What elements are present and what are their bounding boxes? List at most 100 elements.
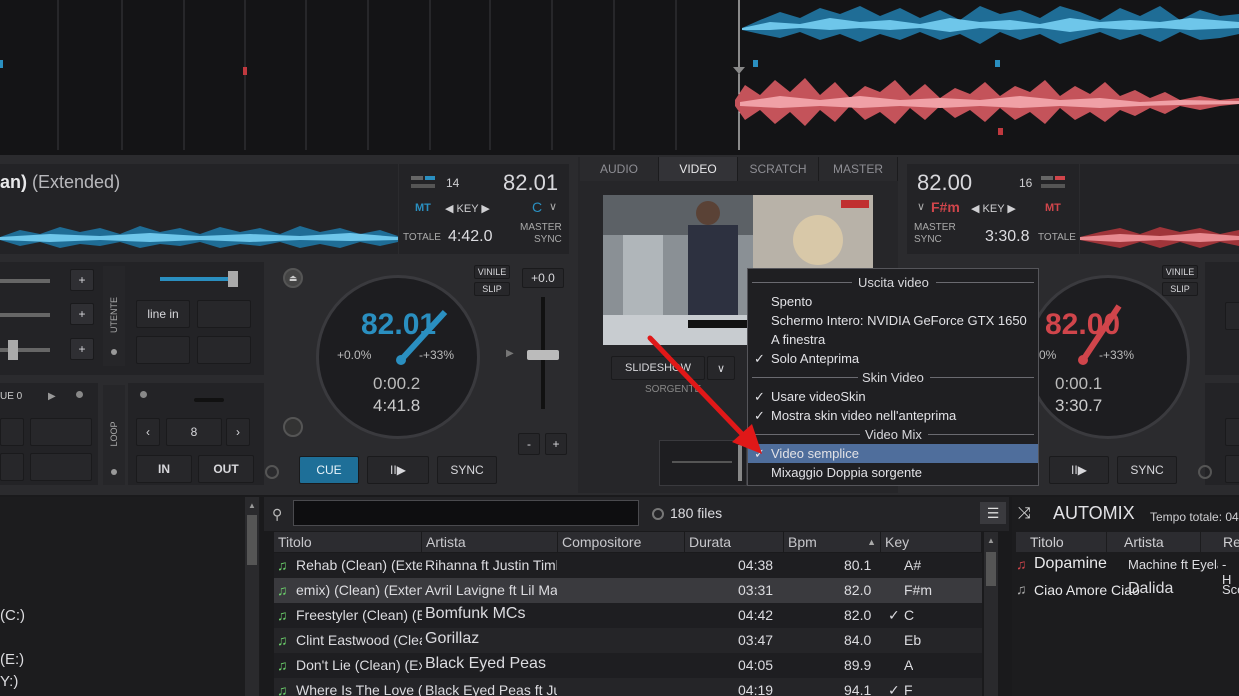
sidebar-item-c-drive[interactable]: (C:) [0, 607, 25, 624]
loop-in-button[interactable]: IN [136, 455, 192, 483]
table-row[interactable]: ♫ Don't Lie (Clean) (Ext... Black Eyed P… [274, 653, 982, 678]
column-header-key[interactable]: Key [881, 532, 982, 552]
hotcue-button-2[interactable] [30, 418, 92, 446]
sidebar-item-y-drive[interactable]: Y:) [0, 673, 18, 690]
slideshow-dropdown-icon[interactable]: ∨ [707, 356, 735, 380]
right-side-button-2[interactable] [1225, 418, 1239, 446]
left-cue-button[interactable]: CUE [299, 456, 359, 484]
column-header-bpm[interactable]: Bpm ▲ [784, 532, 881, 552]
right-vinile-button[interactable]: VINILE [1162, 265, 1198, 279]
left-deck-key-control[interactable]: ◀ KEY ▶ [445, 202, 490, 215]
right-play-pause-button[interactable]: II▶ [1049, 456, 1109, 484]
tab-scratch[interactable]: SCRATCH [738, 157, 819, 181]
menu-item-spento[interactable]: Spento [748, 292, 1038, 311]
effect-slot-button-3[interactable] [197, 336, 251, 364]
loop-indicator-icon[interactable] [140, 391, 147, 398]
left-slip-button[interactable]: SLIP [474, 282, 510, 296]
left-vinile-button[interactable]: VINILE [474, 265, 510, 279]
left-pitch-handle[interactable] [527, 350, 559, 360]
search-input[interactable] [293, 500, 639, 526]
utente-panel[interactable]: UTENTE [103, 266, 125, 366]
tab-audio[interactable]: AUDIO [580, 157, 659, 181]
loop-next-icon[interactable]: › [226, 418, 250, 446]
right-deck-mt-button[interactable]: MT [1045, 202, 1061, 214]
effect-slider-knob[interactable] [228, 271, 238, 287]
left-deck-mt-button[interactable]: MT [415, 202, 431, 214]
left-stop-icon[interactable] [283, 417, 303, 437]
left-eq-knob[interactable] [8, 340, 18, 360]
left-pitch-plus-button[interactable]: + [545, 433, 567, 455]
table-row[interactable]: ♫ emix) (Clean) (Extended) Avril Lavigne… [274, 578, 982, 603]
automix-column-extra[interactable]: Re [1201, 532, 1239, 552]
column-header-title[interactable]: Titolo [274, 532, 422, 552]
filter-indicator-icon[interactable] [652, 508, 664, 520]
left-deck-mini-waveform[interactable] [0, 222, 398, 252]
right-slip-button[interactable]: SLIP [1162, 282, 1198, 296]
table-row[interactable]: ♫ Clint Eastwood (Clea... Gorillaz 03:47… [274, 628, 982, 653]
left-jog-wheel[interactable]: 82.01 +0.0% -+33% 0:00.2 4:41.8 [316, 275, 480, 439]
cue-indicator-icon[interactable] [76, 391, 83, 398]
left-key-chevron-icon[interactable]: ∨ [549, 200, 557, 213]
sidebar-item-e-drive[interactable]: (E:) [0, 651, 24, 668]
loop-size-display[interactable]: 8 [166, 418, 222, 446]
table-row[interactable]: ♫ Freestyler (Clean) (Ex... Bomfunk MCs … [274, 603, 982, 628]
menu-item-mixaggio-doppia[interactable]: Mixaggio Doppia sorgente [748, 463, 1038, 482]
left-eq-plus-button-2[interactable]: + [70, 303, 94, 325]
sidebar-scrollbar[interactable]: ▲ [245, 497, 259, 696]
right-deck-key-value[interactable]: F#m [931, 199, 960, 215]
menu-item-schermo-intero[interactable]: Schermo Intero: NVIDIA GeForce GTX 1650 [748, 311, 1038, 330]
tab-video[interactable]: VIDEO [659, 157, 738, 181]
hotcue-button-4[interactable] [30, 453, 92, 481]
video-crossfader[interactable] [659, 440, 747, 486]
right-deck-key-control[interactable]: ◀ KEY ▶ [971, 202, 1016, 215]
menu-item-video-semplice[interactable]: ✓ Video semplice [748, 444, 1038, 463]
loop-out-button[interactable]: OUT [198, 455, 254, 483]
hotcue-button-3[interactable] [0, 453, 24, 481]
tab-master[interactable]: MASTER [819, 157, 898, 181]
left-eq-plus-button-3[interactable]: + [70, 338, 94, 360]
slideshow-button[interactable]: SLIDESHOW [611, 356, 705, 380]
left-deck-sync-label[interactable]: SYNC [534, 234, 562, 245]
right-deck-mini-waveform[interactable] [1080, 222, 1239, 252]
left-play-pause-button[interactable]: II▶ [367, 456, 429, 484]
right-sync-button[interactable]: SYNC [1117, 456, 1177, 484]
menu-item-mostra-skin[interactable]: ✓ Mostra skin video nell'anteprima [748, 406, 1038, 425]
column-header-composer[interactable]: Compositore [558, 532, 685, 552]
left-pitch-minus-button[interactable]: - [518, 433, 540, 455]
menu-item-usare-videoskin[interactable]: ✓ Usare videoSkin [748, 387, 1038, 406]
line-in-button[interactable]: line in [136, 300, 190, 328]
left-deck-key-value[interactable]: C [532, 199, 542, 215]
left-deck-toggle-icon[interactable] [411, 176, 423, 180]
list-options-icon[interactable]: ☰ [980, 502, 1006, 524]
automix-row[interactable]: ♫ Ciao Amore Ciao Dalida Sco [1012, 579, 1239, 603]
column-header-duration[interactable]: Durata [685, 532, 784, 552]
right-side-button-3[interactable] [1225, 455, 1239, 483]
waveform-overview[interactable] [0, 0, 1239, 155]
right-deck-toggle-icon[interactable] [1041, 176, 1053, 180]
automix-row[interactable]: ♫ Dopamine Machine ft Eyelar - H [1012, 554, 1239, 587]
right-deck-sync-label[interactable]: SYNC [914, 234, 942, 245]
right-deck-master-label[interactable]: MASTER [914, 222, 956, 233]
effect-slot-button-1[interactable] [197, 300, 251, 328]
left-eq-plus-button-1[interactable]: + [70, 269, 94, 291]
table-row[interactable]: ♫ Where Is The Love (C... Black Eyed Pea… [274, 678, 982, 696]
right-side-button-1[interactable] [1225, 302, 1239, 330]
effect-slot-button-2[interactable] [136, 336, 190, 364]
menu-item-a-finestra[interactable]: A finestra [748, 330, 1038, 349]
menu-item-solo-anteprima[interactable]: ✓ Solo Anteprima [748, 349, 1038, 368]
left-eject-icon[interactable]: ⏏ [283, 268, 303, 288]
loop-prev-icon[interactable]: ‹ [136, 418, 160, 446]
right-key-chevron-icon[interactable]: ∨ [917, 200, 925, 213]
cue-next-icon[interactable]: ▶ [48, 391, 56, 402]
table-row[interactable]: ♫ Rehab (Clean) (Exten... Rihanna ft Jus… [274, 553, 982, 578]
browser-scrollbar[interactable]: ▲ [984, 532, 998, 696]
left-settings-icon[interactable] [265, 465, 279, 479]
left-deck-master-label[interactable]: MASTER [520, 222, 562, 233]
loop-panel[interactable]: LOOP [103, 385, 125, 485]
search-icon[interactable]: ⚲ [272, 506, 282, 523]
column-header-artist[interactable]: Artista [422, 532, 558, 552]
automix-column-title[interactable]: Titolo [1016, 532, 1106, 552]
left-sync-button[interactable]: SYNC [437, 456, 497, 484]
right-settings-icon[interactable] [1198, 465, 1212, 479]
hotcue-button-1[interactable] [0, 418, 24, 446]
